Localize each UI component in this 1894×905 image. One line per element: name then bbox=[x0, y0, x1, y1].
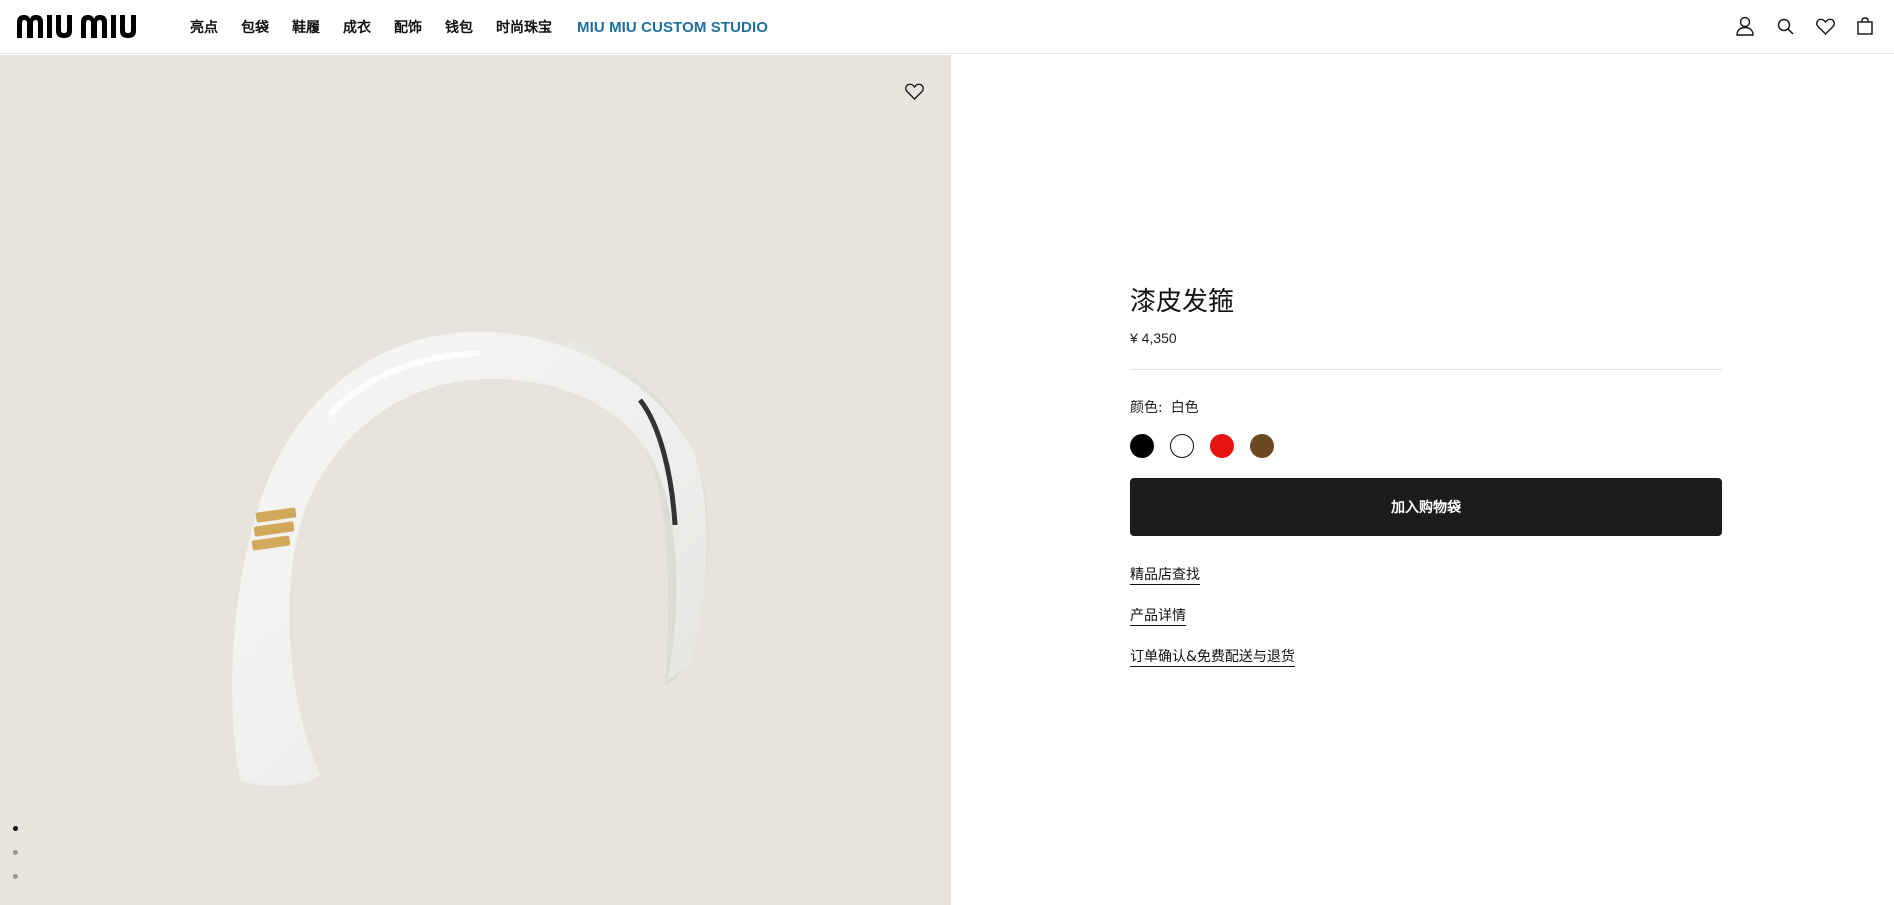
color-value: 白色 bbox=[1170, 400, 1199, 416]
color-swatches bbox=[1130, 434, 1722, 458]
product-image-headband bbox=[232, 331, 708, 787]
product-title: 漆皮发箍 bbox=[1130, 287, 1235, 317]
main-nav: 亮点 包袋 鞋履 成衣 配饰 钱包 时尚珠宝 MIU MIU CUSTOM ST… bbox=[190, 0, 791, 54]
product-gallery bbox=[0, 55, 951, 905]
add-to-bag-button[interactable]: 加入购物袋 bbox=[1130, 478, 1722, 536]
miu-miu-logo-mark bbox=[17, 15, 136, 38]
product-details: 漆皮发箍 ¥ 4,350 颜色: 白色 加入购物袋 精品店查找 产品详情 订单确… bbox=[1130, 285, 1722, 687]
swatch-brown[interactable] bbox=[1250, 434, 1274, 458]
nav-item-highlights[interactable]: 亮点 bbox=[190, 17, 218, 37]
store-locator-link[interactable]: 精品店查找 bbox=[1130, 566, 1200, 585]
gallery-dot-3[interactable] bbox=[13, 874, 18, 879]
gallery-dot-2[interactable] bbox=[13, 850, 18, 855]
nav-item-jewelry[interactable]: 时尚珠宝 bbox=[496, 17, 552, 37]
product-links: 精品店查找 产品详情 订单确认&免费配送与退货 bbox=[1130, 564, 1722, 687]
gold-logo-plaque bbox=[251, 507, 297, 551]
nav-item-accessories[interactable]: 配饰 bbox=[394, 17, 422, 37]
nav-item-wallets[interactable]: 钱包 bbox=[445, 17, 473, 37]
shopping-bag-icon[interactable] bbox=[1854, 15, 1876, 37]
site-header: 亮点 包袋 鞋履 成衣 配饰 钱包 时尚珠宝 MIU MIU CUSTOM ST… bbox=[0, 0, 1894, 54]
shipping-returns-link[interactable]: 订单确认&免费配送与退货 bbox=[1130, 648, 1295, 667]
swatch-white[interactable] bbox=[1170, 434, 1194, 458]
account-icon[interactable] bbox=[1734, 15, 1756, 37]
swatch-black[interactable] bbox=[1130, 434, 1154, 458]
header-icons bbox=[1716, 15, 1876, 37]
nav-item-custom-studio[interactable]: MIU MIU CUSTOM STUDIO bbox=[577, 19, 768, 36]
nav-item-shoes[interactable]: 鞋履 bbox=[292, 17, 320, 37]
product-price: ¥ 4,350 bbox=[1130, 330, 1177, 346]
gallery-dot-1[interactable] bbox=[13, 826, 18, 831]
miu-miu-logo[interactable] bbox=[17, 14, 165, 38]
wishlist-icon[interactable] bbox=[1814, 15, 1836, 37]
color-selection-label: 颜色: 白色 bbox=[1130, 397, 1722, 417]
add-to-wishlist-heart-icon[interactable] bbox=[903, 80, 925, 102]
nav-item-bags[interactable]: 包袋 bbox=[241, 17, 269, 37]
gallery-pagination bbox=[13, 826, 18, 898]
nav-item-ready-to-wear[interactable]: 成衣 bbox=[343, 17, 371, 37]
swatch-red[interactable] bbox=[1210, 434, 1234, 458]
product-details-link[interactable]: 产品详情 bbox=[1130, 607, 1186, 626]
search-icon[interactable] bbox=[1774, 15, 1796, 37]
divider bbox=[1130, 369, 1722, 370]
color-label: 颜色: bbox=[1130, 400, 1163, 416]
